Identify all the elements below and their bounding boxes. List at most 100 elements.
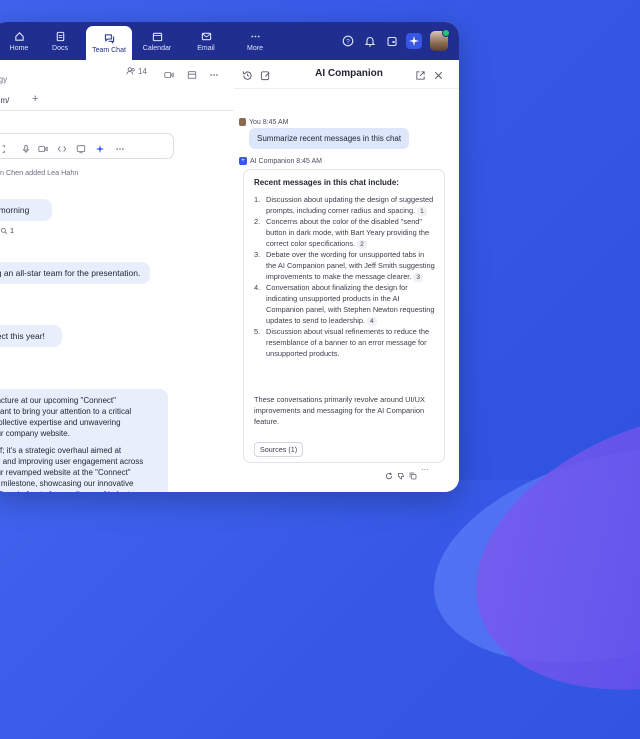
- nav-docs-label: Docs: [52, 44, 68, 52]
- screenshot-icon[interactable]: [0, 141, 6, 159]
- microphone-icon[interactable]: [21, 141, 31, 159]
- answer-item: 3. Debate over the wording for unsupporte…: [254, 249, 436, 282]
- citation-badge[interactable]: 1: [417, 207, 427, 216]
- nav-email[interactable]: Email: [179, 22, 233, 60]
- app-window: Home Docs Team Chat Calendar Email More …: [0, 22, 459, 492]
- user-prompt-bubble: Summarize recent messages in this chat: [249, 128, 410, 149]
- message-line: our revamped website at the "Connect": [0, 468, 131, 477]
- answer-item: 4. Conversation about finalizing the desi…: [254, 282, 436, 326]
- answer-item-text: Discussion about visual refinements to r…: [266, 327, 430, 358]
- calendar-icon: [152, 32, 162, 41]
- user-avatar[interactable]: [430, 29, 450, 51]
- sources-button[interactable]: Sources (1): [254, 442, 304, 457]
- ai-sparkle-icon[interactable]: [95, 141, 105, 159]
- message-line: want to bring your attention to a critic…: [0, 407, 132, 416]
- chat-message: s morning: [0, 199, 52, 221]
- answer-item-number: 1.: [254, 195, 261, 204]
- magnifier-emoji-icon: [0, 227, 7, 234]
- message-line: dience in front of an audience of indust…: [0, 489, 160, 492]
- pop-out-icon[interactable]: [415, 68, 426, 86]
- chat-icon: [104, 33, 114, 44]
- document-icon: [56, 31, 64, 41]
- answer-item-number: 3.: [254, 250, 261, 259]
- divider: [234, 88, 459, 89]
- answer-title: Recent messages in this chat include:: [254, 178, 399, 187]
- long-message-text: uncture at our upcoming "Connect" want t…: [0, 395, 160, 492]
- ai-timestamp: AI Companion 8:45 AM: [250, 157, 322, 165]
- nav-team-chat-label: Team Chat: [92, 46, 126, 54]
- ai-companion-logo-icon: +: [239, 157, 247, 165]
- new-chat-edit-icon[interactable]: [260, 68, 271, 86]
- nav-calendar-label: Calendar: [142, 44, 172, 52]
- copy-icon[interactable]: [409, 467, 417, 485]
- nav-docs[interactable]: Docs: [33, 22, 87, 60]
- answer-item-number: 2.: [254, 217, 261, 226]
- answer-item-text: Concerns about the color of the disabled…: [266, 217, 430, 248]
- email-icon: [201, 32, 211, 40]
- svg-text:?: ?: [346, 38, 350, 45]
- more-icon: [250, 35, 260, 37]
- regenerate-icon[interactable]: [385, 467, 393, 485]
- channel-settings-icon[interactable]: [187, 67, 197, 85]
- citation-badge[interactable]: 2: [357, 240, 367, 249]
- members-count: 14: [138, 66, 147, 76]
- user-avatar-small: [239, 118, 246, 126]
- members-icon: [126, 67, 135, 75]
- online-status-dot: [442, 29, 450, 37]
- message-line: ce and improving user engagement across: [0, 457, 144, 466]
- bell-icon[interactable]: [362, 33, 378, 49]
- user-message-meta: You 8:45 AM: [239, 118, 288, 126]
- more-actions-icon[interactable]: [115, 141, 125, 159]
- message-line: our company website.: [0, 429, 70, 438]
- answer-item: 2. Concerns about the color of the disabl…: [254, 216, 436, 249]
- answer-item: 5. Discussion about visual refinements to…: [254, 326, 436, 359]
- nav-team-chat[interactable]: Team Chat: [86, 26, 132, 60]
- nav-email-label: Email: [197, 44, 215, 52]
- history-icon[interactable]: [242, 68, 253, 86]
- answer-item-text: Conversation about finalizing the design…: [266, 283, 435, 325]
- message-line: collective expertise and unwavering: [0, 418, 121, 427]
- help-icon[interactable]: ?: [340, 33, 356, 49]
- message-line: elif; it's a strategic overhaul aimed at: [0, 446, 122, 455]
- team-chat-panel: tegy 14 com/ + hn Chen added Lea Hahn: [0, 60, 235, 492]
- code-icon[interactable]: [57, 141, 67, 159]
- panel-title: AI Companion: [315, 68, 383, 79]
- video-clip-icon[interactable]: [38, 141, 48, 159]
- nav-home-label: Home: [9, 44, 29, 52]
- chat-message-long: uncture at our upcoming "Connect" want t…: [0, 389, 168, 492]
- answer-item-number: 5.: [254, 327, 261, 336]
- video-icon[interactable]: [164, 67, 174, 85]
- user-timestamp: You 8:45 AM: [249, 118, 289, 126]
- add-tab-button[interactable]: +: [32, 93, 38, 105]
- more-options-icon[interactable]: [209, 67, 219, 85]
- close-icon[interactable]: [433, 68, 444, 86]
- message-line: uncture at our upcoming "Connect": [0, 396, 116, 405]
- share-screen-icon[interactable]: [76, 141, 86, 159]
- calendar-status-icon[interactable]: [384, 33, 400, 49]
- ai-answer-card: Recent messages in this chat include: 1.…: [243, 169, 445, 463]
- nav-calendar[interactable]: Calendar: [130, 22, 184, 60]
- chat-message: nect this year!: [0, 325, 62, 347]
- ai-companion-panel: AI Companion You 8:45 AM Summarize recen…: [234, 60, 459, 492]
- answer-item-number: 4.: [254, 283, 261, 292]
- thumbs-down-icon[interactable]: [397, 467, 405, 485]
- channel-name: tegy: [0, 75, 8, 84]
- reaction-count: 1: [10, 226, 14, 235]
- chat-message: ng an all-star team for the presentation…: [0, 262, 150, 284]
- citation-badge[interactable]: 3: [413, 273, 424, 282]
- composer-toolbar: [0, 133, 174, 159]
- more-options-icon[interactable]: ···: [421, 465, 429, 474]
- nav-more[interactable]: More: [228, 22, 282, 60]
- top-nav-bar: Home Docs Team Chat Calendar Email More …: [0, 22, 459, 60]
- home-icon: [14, 31, 24, 41]
- members-button[interactable]: 14: [126, 66, 147, 76]
- divider: [0, 110, 234, 111]
- citation-badge[interactable]: 4: [367, 317, 377, 326]
- reaction-chip[interactable]: 1: [0, 226, 14, 235]
- nav-more-label: More: [247, 44, 263, 52]
- answer-item: 1. Discussion about updating the design o…: [254, 194, 436, 216]
- answer-list: 1. Discussion about updating the design o…: [254, 194, 436, 359]
- channel-tab-link[interactable]: com/: [0, 96, 9, 105]
- ai-companion-sparkle-icon[interactable]: [406, 33, 422, 49]
- system-message: hn Chen added Lea Hahn: [0, 168, 79, 177]
